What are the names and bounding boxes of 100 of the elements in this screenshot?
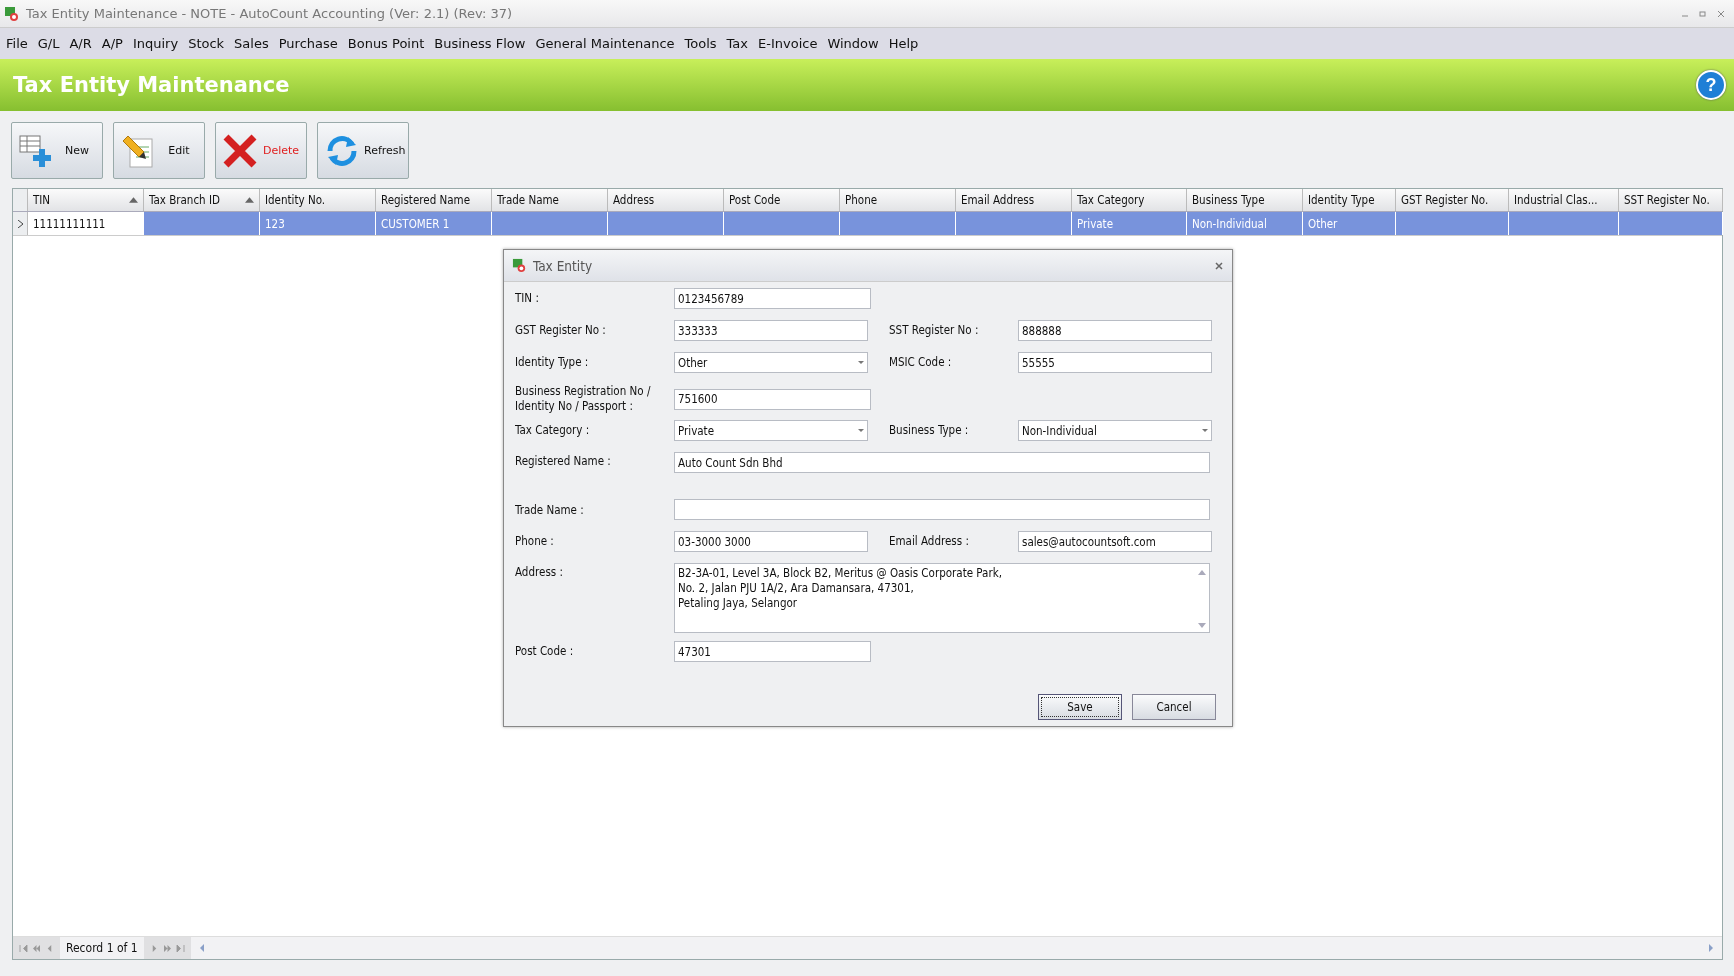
dropdown-arrow-icon [1202, 429, 1208, 432]
menu-item[interactable]: Window [827, 36, 879, 51]
scroll-down-icon[interactable] [1198, 623, 1206, 628]
table-cell: Private [1072, 212, 1187, 235]
input-field[interactable]: 751600 [674, 388, 871, 410]
dialog-icon [512, 258, 527, 273]
record-counter: Record 1 of 1 [65, 941, 139, 955]
restore-icon[interactable] [1698, 8, 1708, 19]
field-label: Trade Name : [515, 502, 585, 518]
menu-item[interactable]: Stock [188, 36, 225, 51]
row-pointer-icon [17, 219, 23, 228]
menu-item[interactable]: E-Invoice [758, 36, 818, 51]
dropdown-field[interactable]: Non-Individual [1018, 420, 1212, 441]
field-label: GST Register No : [515, 323, 607, 338]
column-header[interactable]: Identity Type [1303, 189, 1396, 211]
column-header[interactable]: GST Register No. [1396, 189, 1509, 211]
sort-arrow-icon [243, 197, 254, 203]
menu-item[interactable]: A/R [69, 36, 92, 51]
toolbar-button[interactable]: Refresh [317, 122, 409, 179]
dialog-title: Tax Entity [533, 257, 593, 274]
previous-page-icon[interactable] [32, 944, 41, 952]
menu-item[interactable]: Tax [726, 36, 749, 51]
input-field[interactable]: 333333 [674, 320, 868, 341]
table-cell: 123 [260, 212, 376, 235]
column-header[interactable]: Business Type [1187, 189, 1303, 211]
column-header[interactable]: Address [608, 189, 724, 211]
column-header[interactable]: Email Address [956, 189, 1072, 211]
first-record-icon[interactable] [19, 944, 28, 952]
last-record-icon[interactable] [175, 944, 185, 952]
column-header[interactable]: Tax Category [1072, 189, 1187, 211]
column-header[interactable]: Post Code [724, 189, 840, 211]
dialog-button[interactable]: Cancel [1132, 694, 1216, 720]
page-title: Tax Entity Maintenance [13, 73, 290, 97]
column-header[interactable]: Trade Name [492, 189, 608, 211]
menu-item[interactable]: File [6, 36, 28, 51]
menu-item[interactable]: G/L [37, 36, 60, 51]
field-label: Business Type : [889, 423, 970, 438]
menu-item[interactable]: Help [888, 36, 919, 51]
input-field[interactable]: Auto Count Sdn Bhd [674, 452, 1210, 473]
column-header[interactable]: Identity No. [260, 189, 376, 211]
input-field[interactable]: 55555 [1018, 352, 1212, 373]
field-label: Address : [515, 564, 564, 580]
column-header[interactable]: Tax Branch ID [144, 189, 260, 211]
input-field[interactable]: 47301 [674, 641, 871, 662]
dropdown-arrow-icon [858, 429, 864, 432]
input-field[interactable]: 03-3000 3000 [674, 531, 868, 552]
menu-item[interactable]: A/P [101, 36, 123, 51]
table-row[interactable]: 11111111111 123 CUSTOMER 1 Private Non-Individual Other [13, 212, 1722, 236]
toolbar-button[interactable]: Delete [215, 122, 307, 179]
table-plus-icon [18, 132, 54, 169]
dialog-button[interactable]: Save [1038, 694, 1122, 720]
menu-item[interactable]: Tools [684, 36, 717, 51]
field-label: Post Code : [515, 644, 575, 659]
delete-icon [222, 132, 258, 169]
field-label: Email Address : [889, 534, 970, 549]
menu-item[interactable]: Business Flow [434, 36, 526, 51]
menu-item[interactable]: Purchase [278, 36, 338, 51]
table-cell: CUSTOMER 1 [376, 212, 492, 235]
window-title: Tax Entity Maintenance - NOTE - AutoCount Accounting (Ver: 2.1) (Rev: 37) [26, 6, 513, 21]
toolbar-button[interactable]: Edit [113, 122, 205, 179]
column-header[interactable]: Registered Name [376, 189, 492, 211]
dropdown-arrow-icon [858, 361, 864, 364]
app-icon [4, 5, 20, 22]
input-field[interactable]: sales@autocountsoft.com [1018, 531, 1212, 552]
menu-item[interactable]: General Maintenance [535, 36, 675, 51]
column-header[interactable]: Phone [840, 189, 956, 211]
help-button[interactable]: ? [1696, 70, 1726, 100]
address-line: Petaling Jaya, Selangor [678, 596, 799, 611]
close-icon[interactable] [1214, 260, 1224, 271]
field-label: TIN : [515, 291, 540, 306]
field-label: Business Registration No / Identity No / Passport : [515, 384, 652, 414]
dropdown-field[interactable]: Private [674, 420, 868, 441]
input-field[interactable] [674, 499, 1210, 520]
table-cell: Non-Individual [1187, 212, 1303, 235]
address-line: No. 2, Jalan PJU 1A/2, Ara Damansara, 47301, [678, 581, 915, 596]
dropdown-field[interactable]: Other [674, 352, 868, 373]
menu-item[interactable]: Inquiry [132, 36, 179, 51]
field-label: Tax Category : [515, 423, 591, 438]
input-field[interactable]: 888888 [1018, 320, 1212, 341]
column-header[interactable]: TIN [28, 189, 144, 211]
field-label: Registered Name : [515, 453, 612, 469]
scroll-up-icon[interactable] [1198, 570, 1206, 575]
field-label: MSIC Code : [889, 355, 953, 370]
menu-item[interactable]: Bonus Point [347, 36, 425, 51]
address-line: B2-3A-01, Level 3A, Block B2, Meritus @ Oasis Corporate Park, [678, 566, 1003, 581]
toolbar-button[interactable]: New [11, 122, 103, 179]
column-header[interactable]: Industrial Clas... [1509, 189, 1619, 211]
scroll-left-icon[interactable] [198, 944, 205, 952]
scroll-right-icon[interactable] [1708, 944, 1714, 952]
field-label: Identity Type : [515, 355, 590, 370]
close-icon[interactable] [1716, 8, 1726, 19]
column-header[interactable]: SST Register No. [1619, 189, 1723, 211]
menu-item[interactable]: Sales [234, 36, 269, 51]
row-selector-header [13, 189, 28, 211]
sort-arrow-icon [127, 197, 138, 203]
input-field[interactable]: 0123456789 [674, 288, 871, 309]
table-cell: Other [1303, 212, 1396, 235]
address-field[interactable]: B2-3A-01, Level 3A, Block B2, Meritus @ Oasis Corporate Park, No. 2, Jalan PJU 1A/2, Ara Damansara, 47301, Petaling Jaya, Selangor [674, 563, 1210, 633]
previous-record-icon[interactable] [45, 944, 54, 952]
next-page-icon[interactable] [162, 944, 172, 952]
